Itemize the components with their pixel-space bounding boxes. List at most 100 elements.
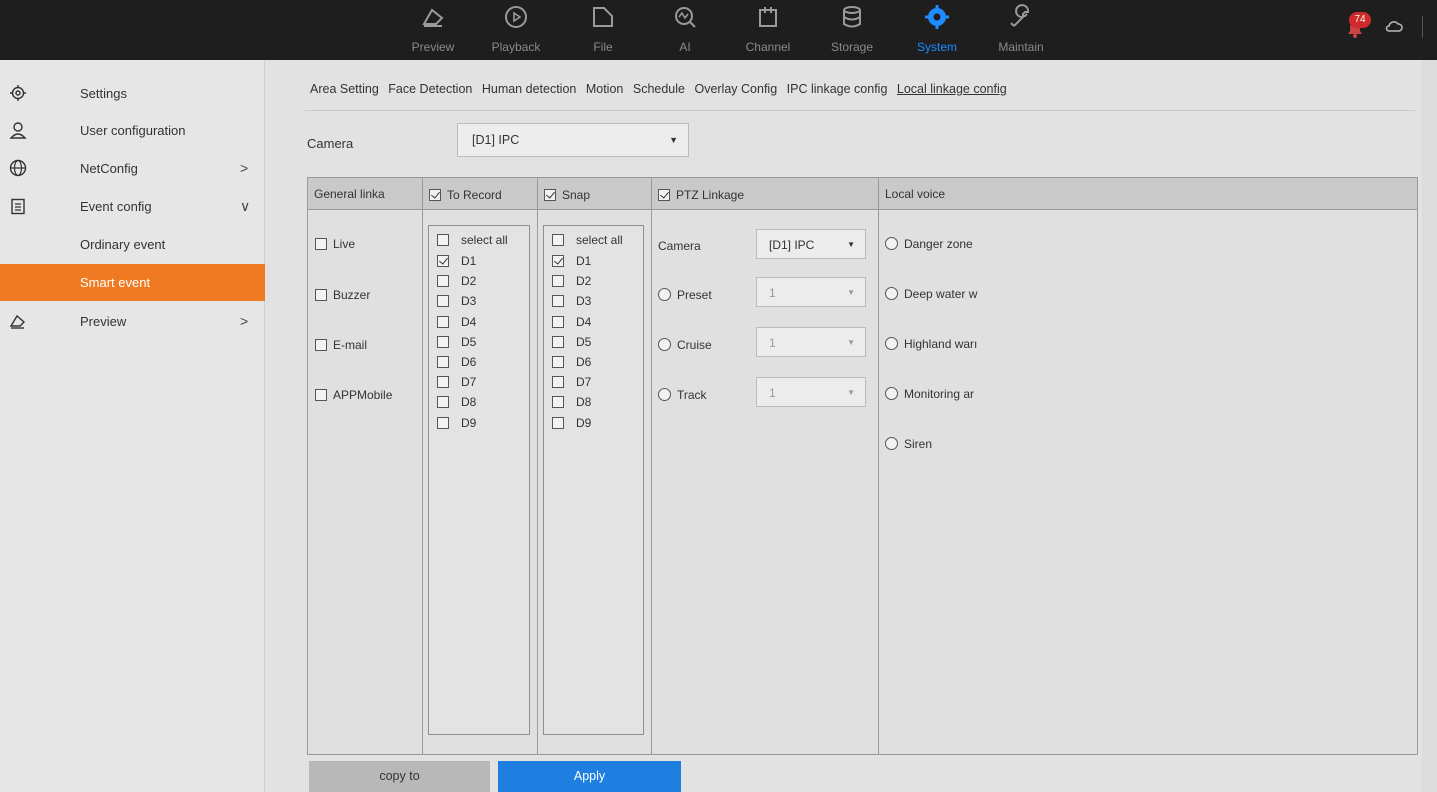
record-d3-checkbox[interactable]	[437, 294, 449, 307]
preset-select[interactable]: 1 ▼	[756, 277, 866, 307]
nav-system[interactable]: System	[897, 0, 977, 60]
copy-to-button[interactable]: copy to	[309, 761, 490, 792]
record-d6-checkbox[interactable]	[437, 355, 449, 368]
snap-d6-checkbox[interactable]	[552, 355, 564, 368]
snap-channel-d6[interactable]: D6	[552, 354, 591, 369]
nav-maintain[interactable]: Maintain	[981, 0, 1061, 60]
record-channel-d2[interactable]: D2	[437, 273, 476, 288]
sidebar-item-ordinary-event[interactable]: Ordinary event	[0, 226, 265, 263]
voice-radio[interactable]	[885, 287, 898, 301]
to-record-header[interactable]: To Record	[429, 187, 502, 202]
track-select[interactable]: 1 ▼	[756, 377, 866, 407]
tab-schedule[interactable]: Schedule	[633, 82, 685, 96]
email-option[interactable]: E-mail	[315, 337, 367, 352]
sidebar-item-preview[interactable]: Preview >	[0, 303, 265, 340]
snap-d4-checkbox[interactable]	[552, 315, 564, 328]
record-channel-d5[interactable]: D5	[437, 334, 476, 349]
record-d5-checkbox[interactable]	[437, 335, 449, 348]
snap-channel-d2[interactable]: D2	[552, 273, 591, 288]
snap-d1-checkbox[interactable]	[552, 254, 564, 267]
voice-deep-water[interactable]: Deep water w	[885, 286, 985, 301]
record-select-all[interactable]: select all	[437, 232, 508, 247]
cruise-select[interactable]: 1 ▼	[756, 327, 866, 357]
record-d9-checkbox[interactable]	[437, 416, 449, 429]
ptz-linkage-header[interactable]: PTZ Linkage	[658, 187, 744, 202]
sidebar-item-netconfig[interactable]: NetConfig >	[0, 150, 265, 187]
ptz-linkage-checkbox[interactable]	[658, 188, 670, 201]
voice-siren[interactable]: Siren	[885, 436, 932, 451]
snap-channel-d9[interactable]: D9	[552, 415, 591, 430]
snap-channel-d3[interactable]: D3	[552, 293, 591, 308]
tab-local-linkage-config[interactable]: Local linkage config	[897, 82, 1007, 96]
preset-option[interactable]: Preset	[658, 287, 712, 302]
email-checkbox[interactable]	[315, 338, 327, 351]
record-select-all-checkbox[interactable]	[437, 233, 449, 246]
cloud-icon[interactable]	[1384, 18, 1404, 34]
snap-select-all-checkbox[interactable]	[552, 233, 564, 246]
ptz-camera-select[interactable]: [D1] IPC ▼	[756, 229, 866, 259]
voice-highland[interactable]: Highland warı	[885, 336, 985, 351]
record-d4-checkbox[interactable]	[437, 315, 449, 328]
tab-face-detection[interactable]: Face Detection	[388, 82, 472, 96]
snap-channel-d7[interactable]: D7	[552, 374, 591, 389]
record-channel-d6[interactable]: D6	[437, 354, 476, 369]
snap-d9-checkbox[interactable]	[552, 416, 564, 429]
track-radio[interactable]	[658, 388, 671, 402]
record-d7-checkbox[interactable]	[437, 375, 449, 388]
tab-human-detection[interactable]: Human detection	[482, 82, 577, 96]
voice-monitoring[interactable]: Monitoring ar	[885, 386, 985, 401]
record-channel-d4[interactable]: D4	[437, 314, 476, 329]
sidebar-item-settings[interactable]: Settings	[0, 75, 265, 112]
voice-radio[interactable]	[885, 387, 898, 401]
snap-d2-checkbox[interactable]	[552, 274, 564, 287]
appmobile-option[interactable]: APPMobile	[315, 387, 392, 402]
record-d8-checkbox[interactable]	[437, 395, 449, 408]
record-d1-checkbox[interactable]	[437, 254, 449, 267]
tab-ipc-linkage-config[interactable]: IPC linkage config	[787, 82, 888, 96]
record-d2-checkbox[interactable]	[437, 274, 449, 287]
sidebar-item-smart-event[interactable]: Smart event	[0, 264, 265, 301]
snap-select-all[interactable]: select all	[552, 232, 623, 247]
cruise-radio[interactable]	[658, 338, 671, 352]
live-checkbox[interactable]	[315, 237, 327, 250]
voice-radio[interactable]	[885, 237, 898, 251]
buzzer-checkbox[interactable]	[315, 288, 327, 301]
snap-channel-d4[interactable]: D4	[552, 314, 591, 329]
cruise-option[interactable]: Cruise	[658, 337, 712, 352]
nav-ai[interactable]: AI	[645, 0, 725, 60]
record-channel-d8[interactable]: D8	[437, 394, 476, 409]
snap-channel-list[interactable]: select all D1 D2 D3 D4 D5 D6 D7 D8 D9	[543, 225, 644, 735]
snap-channel-d8[interactable]: D8	[552, 394, 591, 409]
nav-channel[interactable]: Channel	[728, 0, 808, 60]
to-record-checkbox[interactable]	[429, 188, 441, 201]
snap-channel-d1[interactable]: D1	[552, 253, 591, 268]
record-channel-d1[interactable]: D1	[437, 253, 476, 268]
buzzer-option[interactable]: Buzzer	[315, 287, 370, 302]
nav-file[interactable]: File	[563, 0, 643, 60]
tab-motion[interactable]: Motion	[586, 82, 624, 96]
live-option[interactable]: Live	[315, 236, 355, 251]
apply-button[interactable]: Apply	[498, 761, 681, 792]
voice-radio[interactable]	[885, 337, 898, 351]
tab-overlay-config[interactable]: Overlay Config	[694, 82, 777, 96]
appmobile-checkbox[interactable]	[315, 388, 327, 401]
preset-radio[interactable]	[658, 288, 671, 302]
camera-select[interactable]: [D1] IPC ▼	[457, 123, 689, 157]
track-option[interactable]: Track	[658, 387, 707, 402]
sidebar-item-user-configuration[interactable]: User configuration	[0, 112, 265, 149]
snap-checkbox[interactable]	[544, 188, 556, 201]
snap-d7-checkbox[interactable]	[552, 375, 564, 388]
snap-channel-d5[interactable]: D5	[552, 334, 591, 349]
snap-header[interactable]: Snap	[544, 187, 590, 202]
record-channel-list[interactable]: select all D1 D2 D3 D4 D5 D6 D7 D8 D9	[428, 225, 530, 735]
snap-d5-checkbox[interactable]	[552, 335, 564, 348]
tab-area-setting[interactable]: Area Setting	[310, 82, 379, 96]
voice-danger-zone[interactable]: Danger zone	[885, 236, 985, 251]
nav-storage[interactable]: Storage	[812, 0, 892, 60]
snap-d8-checkbox[interactable]	[552, 395, 564, 408]
record-channel-d9[interactable]: D9	[437, 415, 476, 430]
record-channel-d3[interactable]: D3	[437, 293, 476, 308]
snap-d3-checkbox[interactable]	[552, 294, 564, 307]
voice-radio[interactable]	[885, 437, 898, 451]
nav-preview[interactable]: Preview	[393, 0, 473, 60]
